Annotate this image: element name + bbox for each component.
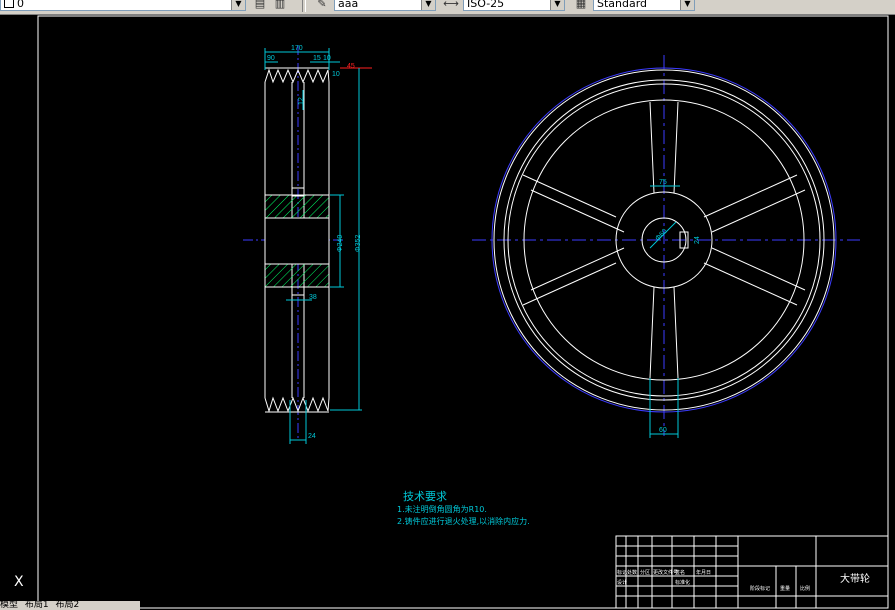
layer-icon	[4, 0, 14, 8]
chevron-down-icon: ▼	[550, 0, 564, 10]
chevron-down-icon: ▼	[421, 0, 435, 10]
tb-weight: 重量	[780, 585, 790, 592]
title-block-text: 标记 处数 分区 更改文件号 签名 年月日 设计 标准化 阶段标记 重量 比例 …	[617, 569, 870, 592]
tab-model[interactable]: 模型	[0, 601, 18, 610]
toolbar: 0 ▼ ▤ ▥ ✎ aaa ▼ ⟷ ISO-25 ▼ ▦ Standard ▼	[0, 0, 895, 15]
tb-stage: 阶段标记	[750, 585, 770, 592]
dim-spoke: 60	[659, 427, 667, 434]
table-style-value: Standard	[597, 0, 648, 10]
tb-mark: 标记	[617, 569, 627, 576]
text-style-dropdown[interactable]: aaa ▼	[334, 0, 436, 11]
tb-standard: 标准化	[675, 579, 690, 586]
table-style-dropdown[interactable]: Standard ▼	[593, 0, 695, 11]
dim-hub: 75	[659, 179, 667, 186]
dim-left-top: 90	[267, 55, 275, 62]
part-name: 大带轮	[840, 572, 870, 585]
chevron-down-icon: ▼	[680, 0, 694, 10]
layer-value: 0	[17, 0, 24, 10]
text-style-icon[interactable]: ✎	[314, 0, 330, 11]
dim-keyway: 24	[694, 236, 701, 244]
notes-line-1: 1.未注明倒角圆角为R10.	[397, 504, 487, 514]
dim-right-c: 10	[332, 71, 340, 78]
dim-hub-width: 38	[309, 294, 317, 301]
tb-zone: 分区	[640, 569, 650, 576]
chevron-down-icon: ▼	[231, 0, 245, 10]
tb-scale: 比例	[800, 585, 810, 592]
side-view	[243, 45, 372, 444]
tb-sign: 签名	[675, 569, 685, 576]
layer-states-icon[interactable]: ▤	[252, 0, 268, 11]
tb-count: 处数	[627, 569, 637, 576]
dim-style-dropdown[interactable]: ISO-25 ▼	[463, 0, 565, 11]
tb-date: 年月日	[696, 569, 711, 576]
technical-notes: 技术要求 1.未注明倒角圆角为R10. 2.铸件应进行退火处理,以消除内应力.	[397, 490, 530, 526]
notes-title: 技术要求	[403, 490, 447, 503]
ucs-axis-label: X	[14, 574, 24, 590]
tb-design: 设计	[617, 579, 627, 586]
table-style-icon[interactable]: ▦	[573, 0, 589, 11]
dim-hub-diameter: Φ240	[337, 235, 344, 252]
layer-previous-icon[interactable]: ▥	[272, 0, 288, 11]
layer-dropdown[interactable]: 0 ▼	[0, 0, 246, 11]
dim-right-b: 10	[323, 55, 331, 62]
dim-far-right: 45	[347, 63, 355, 70]
drawing-canvas[interactable]: 170 90 15 10 10 45 12 Φ240 Φ352 38 24 75…	[0, 15, 895, 610]
tab-layout1[interactable]: 布局1	[25, 601, 49, 610]
dim-outer-diameter: Φ352	[355, 235, 362, 252]
dim-right-a: 15	[313, 55, 321, 62]
tab-layout2[interactable]: 布局2	[56, 601, 80, 610]
dim-style-value: ISO-25	[467, 0, 505, 10]
dim-style-icon[interactable]: ⟷	[443, 0, 459, 11]
notes-line-2: 2.铸件应进行退火处理,以消除内应力.	[397, 516, 530, 526]
dim-small: 12	[298, 97, 305, 105]
dim-web-width: 24	[308, 433, 316, 440]
layout-tabs: 模型 布局1 布局2	[0, 601, 140, 610]
front-view	[472, 55, 860, 438]
dim-top-width: 170	[291, 45, 303, 52]
text-style-value: aaa	[338, 0, 359, 10]
ucs-icon: X	[0, 574, 24, 590]
